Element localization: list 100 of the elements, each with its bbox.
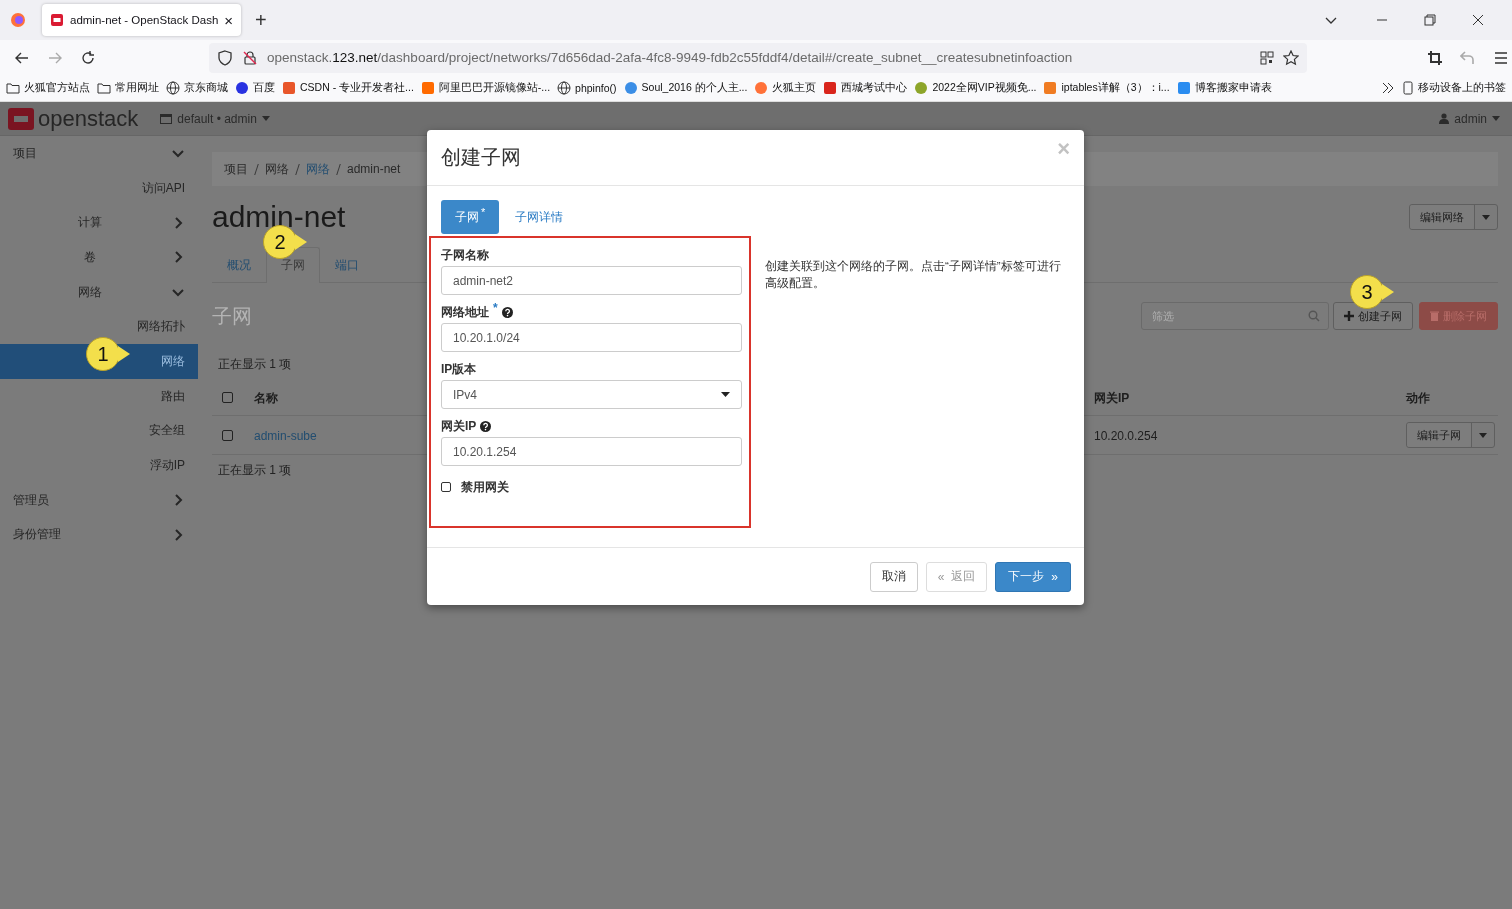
select-all-checkbox[interactable] [222, 391, 233, 403]
window-icon [160, 113, 173, 124]
chevron-down-icon [172, 286, 184, 299]
caret-icon [1482, 214, 1490, 220]
phone-icon [1402, 81, 1414, 95]
item-count: 正在显示 1 项 [218, 461, 292, 479]
browser-logo-icon[interactable] [10, 12, 26, 28]
breadcrumb-item: admin-net [347, 162, 401, 176]
openstack-logo[interactable]: openstack [8, 105, 139, 132]
close-tab-button[interactable]: × [224, 11, 234, 29]
caret-icon [721, 392, 730, 397]
section-title: 子网 [212, 303, 252, 329]
chevron-right-icon [172, 216, 184, 229]
chevron-down-icon [172, 147, 184, 160]
breadcrumb-link[interactable]: 网络 [306, 160, 330, 178]
bookmark-item[interactable]: 2022全网VIP视频免... [914, 81, 1037, 95]
bookmark-item[interactable]: Soul_2016 的个人主... [623, 81, 748, 95]
bookmark-item[interactable]: 火狐主页 [754, 81, 817, 95]
sidebar-item[interactable]: 卷 [0, 240, 198, 275]
bookmark-item[interactable]: CSDN - 专业开发者社... [282, 81, 414, 95]
bookmark-item[interactable]: iptables详解（3）：i... [1043, 81, 1170, 95]
tab[interactable]: 概况 [212, 247, 266, 282]
sidebar-item[interactable]: 浮动IP [0, 448, 198, 483]
openstack-favicon-icon [50, 13, 64, 27]
menu-icon[interactable] [1493, 49, 1509, 66]
subnet-link[interactable]: admin-sube [254, 429, 317, 443]
trash-icon [1430, 311, 1439, 321]
column-header: 名称 [254, 390, 278, 405]
caret-icon [261, 116, 270, 121]
bookmark-item[interactable]: 常用网址 [97, 81, 159, 95]
field-label: 网关IP [441, 417, 477, 435]
dialog-title: 创建子网 [441, 145, 521, 170]
square-icon [1176, 81, 1191, 95]
square-icon [420, 81, 435, 95]
chevron-right-icon [172, 251, 184, 264]
field-label: 子网名称 [441, 246, 489, 264]
input-field[interactable]: 10.20.1.0/24 [441, 323, 742, 352]
circle-icon [623, 81, 638, 95]
bookmark-item[interactable]: 西城考试中心 [823, 81, 908, 95]
breadcrumb-item: 网络 [265, 160, 289, 178]
user-menu[interactable]: admin [1439, 111, 1500, 126]
bookmark-item[interactable]: 京东商城 [166, 81, 228, 95]
qr-code-icon[interactable] [1260, 50, 1274, 65]
cancel-button[interactable]: 取消 [869, 561, 918, 592]
star-icon[interactable] [1283, 49, 1299, 66]
sidebar-item[interactable]: 项目 [0, 136, 198, 171]
help-icon[interactable] [480, 420, 492, 432]
close-icon[interactable] [1472, 14, 1484, 26]
field-label: 网络地址 [441, 303, 489, 321]
bookmark-item[interactable]: phpinfo() [557, 81, 617, 95]
create-subnet-button[interactable]: 创建子网 [1333, 302, 1413, 330]
square-icon [823, 81, 838, 95]
required-mark: * [493, 301, 498, 315]
circle-icon [914, 81, 929, 95]
select-field[interactable]: IPv4 [441, 380, 742, 409]
sidebar-item[interactable]: 身份管理 [0, 517, 198, 553]
input-field[interactable]: 10.20.1.254 [441, 437, 742, 466]
bookmark-item[interactable]: 百度 [235, 81, 275, 95]
shield-icon[interactable] [217, 49, 233, 66]
logo-icon [8, 107, 34, 130]
bookmark-item[interactable]: 博客搬家申请表 [1176, 81, 1272, 95]
crop-icon[interactable] [1427, 49, 1443, 66]
table-cell: 10.20.0.254 [1094, 429, 1158, 443]
sidebar-item[interactable]: 计算 [0, 205, 198, 241]
bookmark-item[interactable]: 移动设备上的书签 [1402, 81, 1506, 95]
square-icon [282, 81, 296, 95]
help-icon[interactable] [501, 306, 513, 318]
browser-tab[interactable]: admin-net - OpenStack Dash × [42, 4, 242, 36]
more-chevrons-icon[interactable] [1381, 81, 1395, 95]
bookmark-item[interactable]: 火狐官方站点 [6, 81, 90, 95]
plus-icon [1344, 311, 1354, 321]
tab[interactable]: 端口 [320, 247, 374, 282]
bookmark-item[interactable]: 阿里巴巴开源镜像站-... [420, 81, 551, 95]
lock-strike-icon[interactable] [242, 49, 258, 66]
input-field[interactable]: admin-net2 [441, 266, 742, 295]
caret-icon [1479, 432, 1487, 438]
new-tab-button[interactable]: + [255, 8, 267, 32]
folder-icon [97, 81, 111, 95]
sidebar-item[interactable]: 安全组 [0, 413, 198, 449]
caret-icon [1492, 116, 1500, 121]
folder-icon [6, 81, 20, 95]
checkbox-label: 禁用网关 [461, 478, 509, 496]
restore-icon[interactable] [1424, 14, 1436, 26]
sidebar-item[interactable]: 路由 [0, 378, 198, 414]
checkbox[interactable] [441, 482, 451, 492]
globe-icon [557, 81, 572, 95]
page-title: admin-net [212, 200, 346, 234]
globe-icon [166, 81, 180, 95]
chevron-right-icon [172, 494, 184, 507]
tab[interactable]: 子网详情 [501, 200, 578, 234]
reload-icon[interactable] [80, 49, 96, 66]
sidebar-item[interactable]: 网络 [0, 274, 198, 310]
row-checkbox[interactable] [222, 429, 233, 441]
address-field[interactable]: openstack.123.net/dashboard/project/networks/7d656dad-2afa-4fc8-9949-fdb2c55fddf4/detail#/create_subnet__createsubnetinfoaction [209, 42, 1307, 73]
sidebar-item[interactable]: 访问API [0, 170, 198, 206]
next-button[interactable]: 下一步 » [995, 561, 1071, 592]
project-dropdown[interactable]: default • admin [160, 111, 270, 126]
user-icon [1439, 113, 1450, 124]
sidebar-item[interactable]: 管理员 [0, 482, 198, 518]
field-label: IP版本 [441, 360, 477, 378]
